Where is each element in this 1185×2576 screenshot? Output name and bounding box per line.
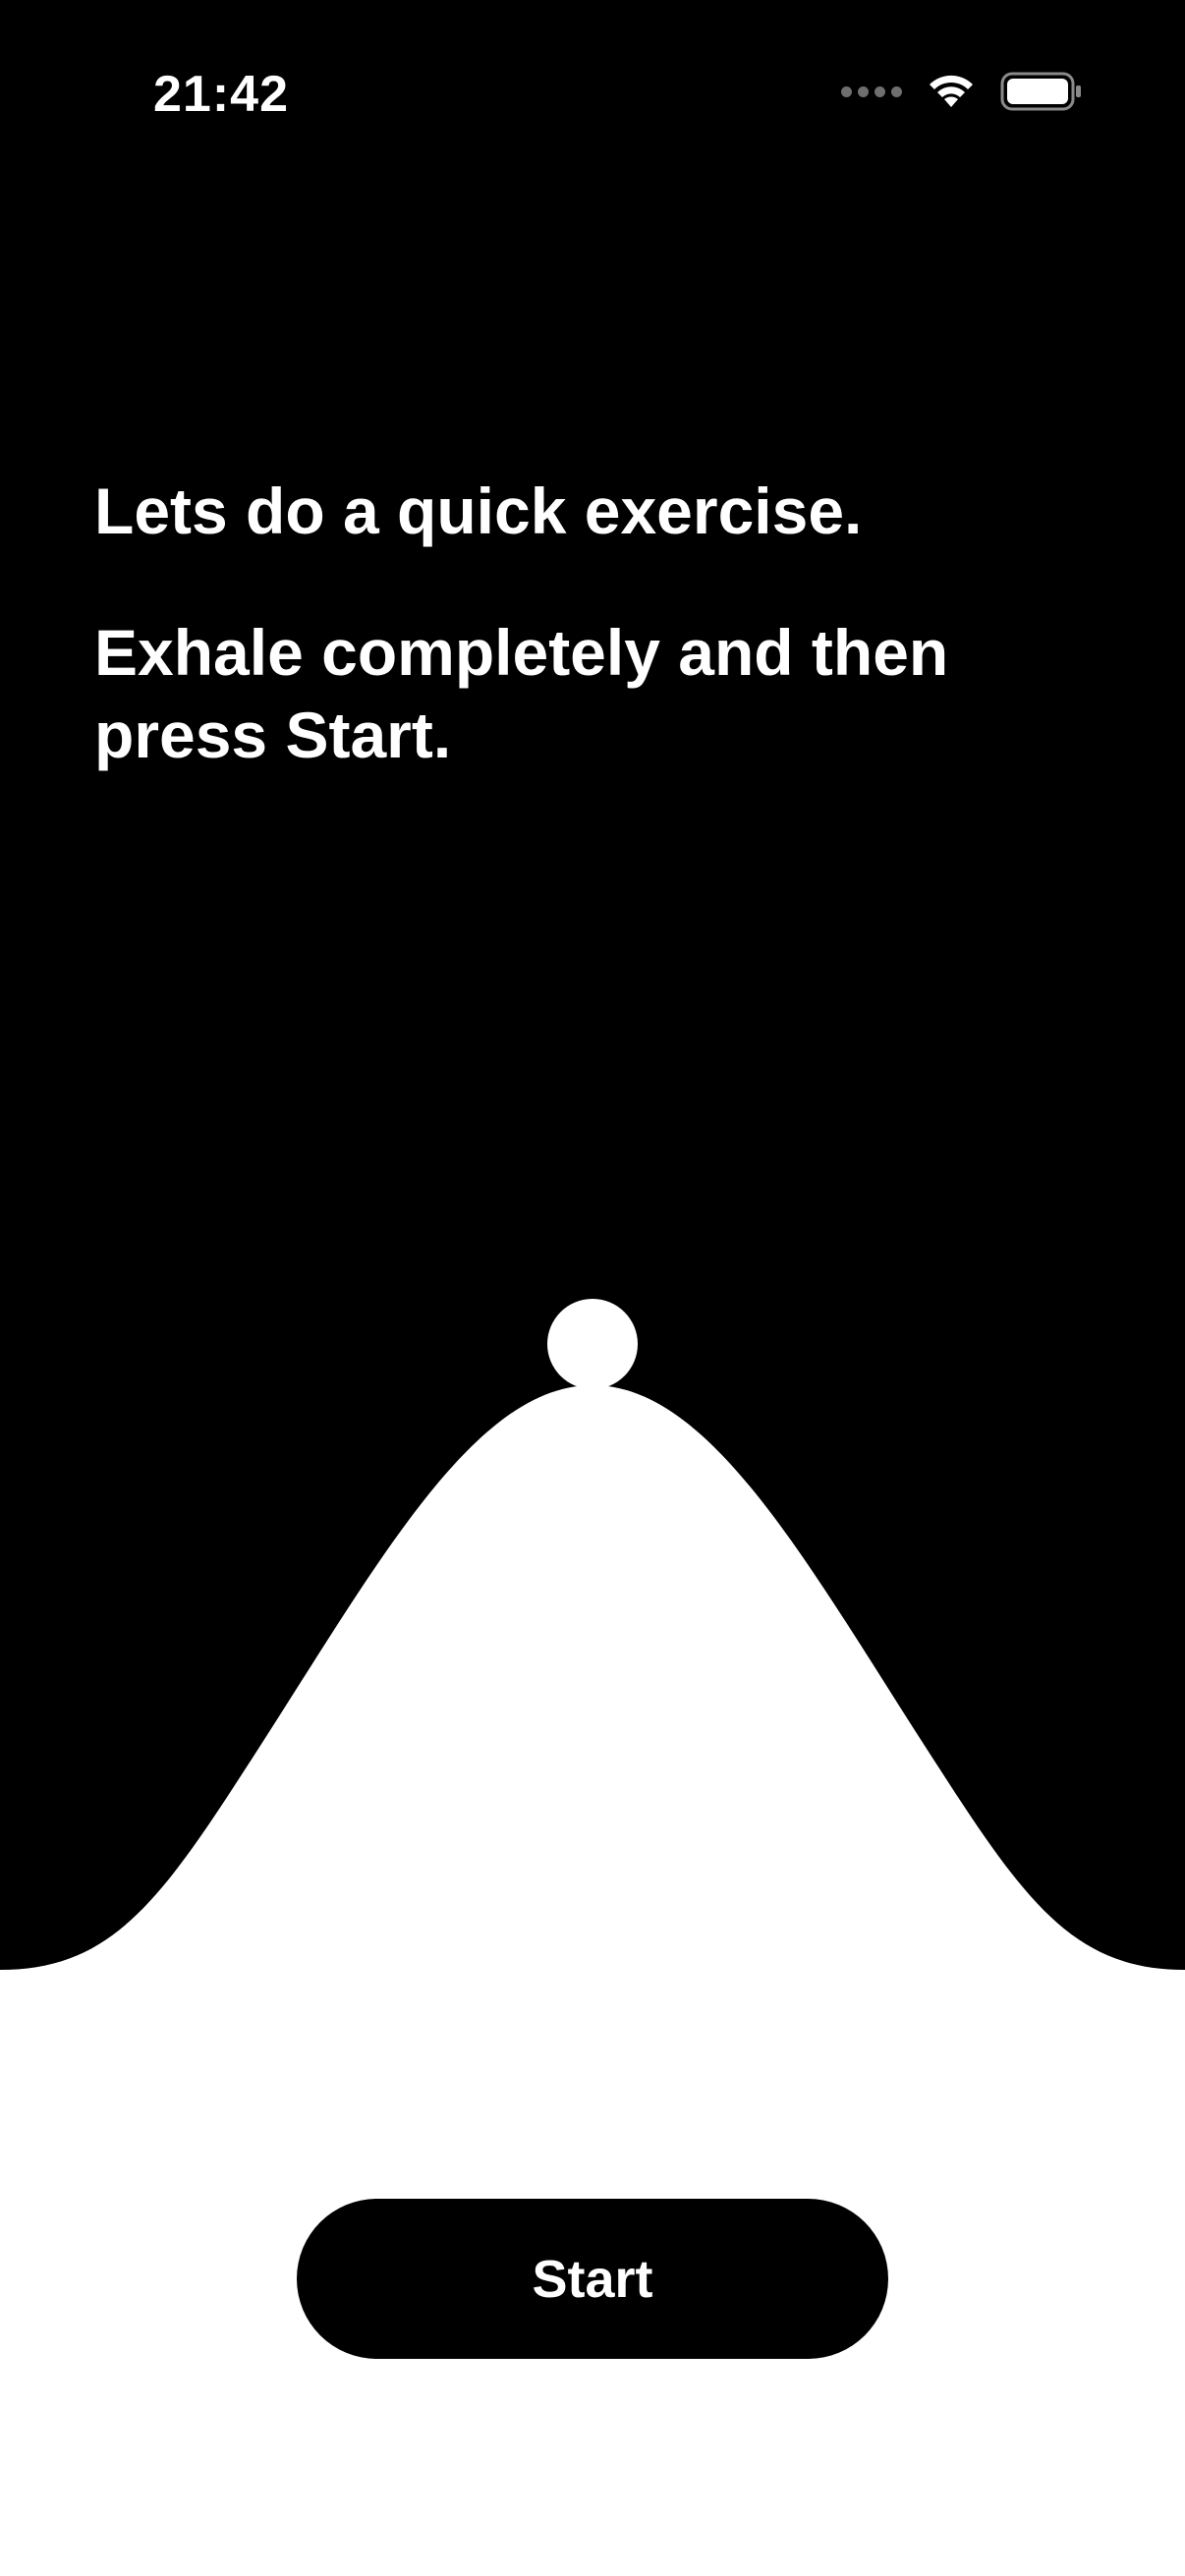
breathing-exercise-screen: 21:42 Lets do a quick exercise. Exhale c… bbox=[0, 0, 1185, 2576]
wifi-icon bbox=[930, 75, 973, 107]
battery-icon bbox=[1000, 72, 1081, 111]
status-time: 21:42 bbox=[153, 66, 289, 123]
status-icons bbox=[841, 71, 1083, 112]
status-bar: 21:42 bbox=[0, 0, 1185, 147]
start-button[interactable]: Start bbox=[297, 2199, 888, 2359]
prompt-text: Lets do a quick exercise. Exhale complet… bbox=[94, 470, 1097, 776]
instruction-text: Exhale completely and then press Start. bbox=[94, 616, 949, 771]
cellular-signal-icon bbox=[841, 85, 902, 97]
breath-indicator-ball bbox=[547, 1299, 638, 1389]
breath-hill-shape bbox=[0, 1385, 1185, 2576]
headline: Lets do a quick exercise. bbox=[94, 475, 863, 547]
